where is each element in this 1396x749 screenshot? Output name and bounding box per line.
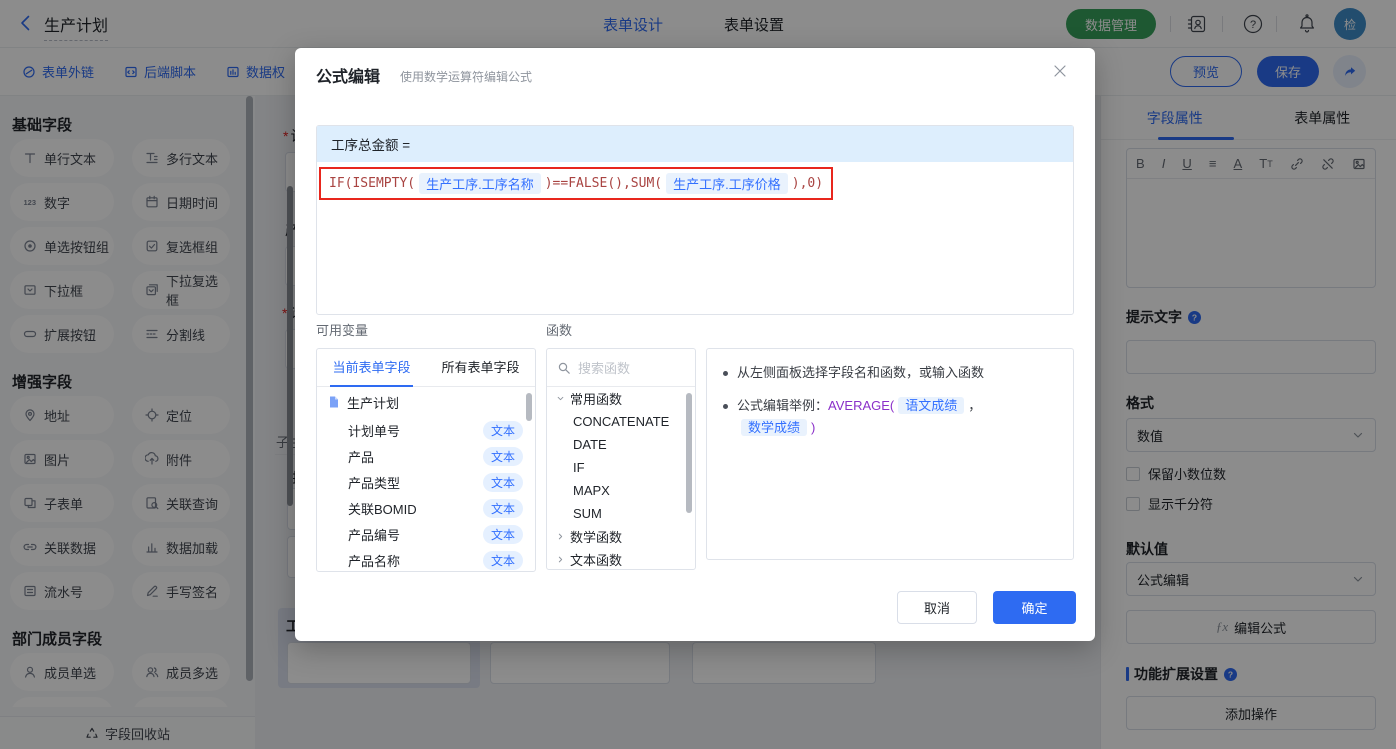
field-name: 关联BOMID xyxy=(348,501,417,517)
chevron-right-icon xyxy=(558,556,563,563)
variables-tabs: 当前表单字段 所有表单字段 xyxy=(317,349,535,387)
cancel-button[interactable]: 取消 xyxy=(897,591,977,624)
close-icon xyxy=(1054,65,1066,77)
tab-all-form-fields[interactable]: 所有表单字段 xyxy=(426,349,535,386)
function-item[interactable]: MAPX xyxy=(547,479,695,502)
field-type-badge: 文本 xyxy=(482,420,523,440)
search-placeholder: 搜索函数 xyxy=(578,361,631,376)
field-type-badge: 文本 xyxy=(482,524,523,544)
function-item[interactable]: DATE xyxy=(547,433,695,456)
variables-panel: 当前表单字段 所有表单字段 生产计划 计划单号 文本 产品 文本 产品类型 文本 关联BOM… xyxy=(316,348,536,572)
field-name: 产品名称 xyxy=(348,553,401,569)
function-item[interactable]: IF xyxy=(547,456,695,479)
formula-editor: 工序总金额 = IF(ISEMPTY(生产工序.工序名称)==FALSE(),S… xyxy=(316,125,1074,315)
function-group-label: 文本函数 xyxy=(570,553,623,568)
variable-field-row[interactable]: 计划单号 文本 xyxy=(317,417,535,443)
modal-subtitle: 使用数学运算符编辑公式 xyxy=(400,70,533,84)
help-tip: 从左侧面板选择字段名和函数，或输入函数 xyxy=(723,362,1057,384)
close-button[interactable] xyxy=(1051,62,1071,82)
formula-target: 工序总金额 = xyxy=(317,126,1073,162)
variables-scrollbar[interactable] xyxy=(526,393,532,421)
function-group-label: 数学函数 xyxy=(570,530,623,545)
functions-panel: 搜索函数 常用函数 CONCATENATE DATE IF MAPX SUM 数学函数文本函… xyxy=(546,348,696,570)
bullet-icon xyxy=(723,371,728,376)
variable-field-row[interactable]: 关联BOMID 文本 xyxy=(317,495,535,521)
example-field-chip: 语文成绩 xyxy=(898,397,965,414)
formula-code: )==FALSE(),SUM( xyxy=(544,176,663,191)
bullet-icon xyxy=(723,404,728,409)
field-chip[interactable]: 生产工序.工序名称 xyxy=(419,173,541,194)
function-group[interactable]: 常用函数 xyxy=(547,387,695,410)
document-icon xyxy=(330,396,338,408)
field-type-badge: 文本 xyxy=(482,472,523,492)
formula-edit-modal: 公式编辑 使用数学运算符编辑公式 工序总金额 = IF(ISEMPTY(生产工序… xyxy=(295,48,1095,641)
field-name: 产品类型 xyxy=(348,475,401,491)
chevron-down-icon xyxy=(557,396,564,401)
functions-scrollbar[interactable] xyxy=(686,393,692,513)
functions-label: 函数 xyxy=(546,323,573,338)
variable-field-row[interactable]: 产品名称 文本 xyxy=(317,547,535,571)
variables-label: 可用变量 xyxy=(316,323,369,338)
modal-title: 公式编辑 xyxy=(316,69,381,86)
confirm-button[interactable]: 确定 xyxy=(993,591,1076,624)
variable-field-row[interactable]: 产品编号 文本 xyxy=(317,521,535,547)
function-item[interactable]: CONCATENATE xyxy=(547,410,695,433)
function-group[interactable]: 文本函数 xyxy=(547,548,695,569)
field-name: 计划单号 xyxy=(348,423,401,439)
function-group-label: 常用函数 xyxy=(570,392,623,407)
field-type-badge: 文本 xyxy=(482,498,523,518)
example-function: AVERAGE( xyxy=(828,398,895,413)
function-search[interactable]: 搜索函数 xyxy=(547,349,695,387)
field-type-badge: 文本 xyxy=(482,550,523,570)
field-name: 产品编号 xyxy=(348,527,401,543)
formula-code: IF(ISEMPTY( xyxy=(329,176,416,191)
variable-field-row[interactable]: 产品类型 文本 xyxy=(317,469,535,495)
field-type-badge: 文本 xyxy=(482,446,523,466)
form-tree-root[interactable]: 生产计划 xyxy=(317,387,535,417)
help-panel: 从左侧面板选择字段名和函数，或输入函数 公式编辑举例：AVERAGE(语文成绩，… xyxy=(706,348,1074,560)
search-icon xyxy=(558,362,570,374)
function-item[interactable]: SUM xyxy=(547,502,695,525)
function-group[interactable]: 数学函数 xyxy=(547,525,695,548)
formula-code: ),0) xyxy=(791,176,824,191)
form-designer-app: 生产计划 表单设计 表单设置 数据管理 ? 检 表单外链 后端脚本 数据权 预览 保… xyxy=(0,0,1396,749)
formula-expression[interactable]: IF(ISEMPTY(生产工序.工序名称)==FALSE(),SUM(生产工序.… xyxy=(319,167,834,200)
tab-current-form-fields[interactable]: 当前表单字段 xyxy=(317,349,426,387)
help-example: 公式编辑举例：AVERAGE(语文成绩 ，数学成绩) xyxy=(723,395,1057,439)
field-name: 产品 xyxy=(348,449,375,465)
variable-field-row[interactable]: 产品 文本 xyxy=(317,443,535,469)
chevron-right-icon xyxy=(558,533,563,540)
field-chip[interactable]: 生产工序.工序价格 xyxy=(666,173,788,194)
example-field-chip: 数学成绩 xyxy=(741,419,808,436)
